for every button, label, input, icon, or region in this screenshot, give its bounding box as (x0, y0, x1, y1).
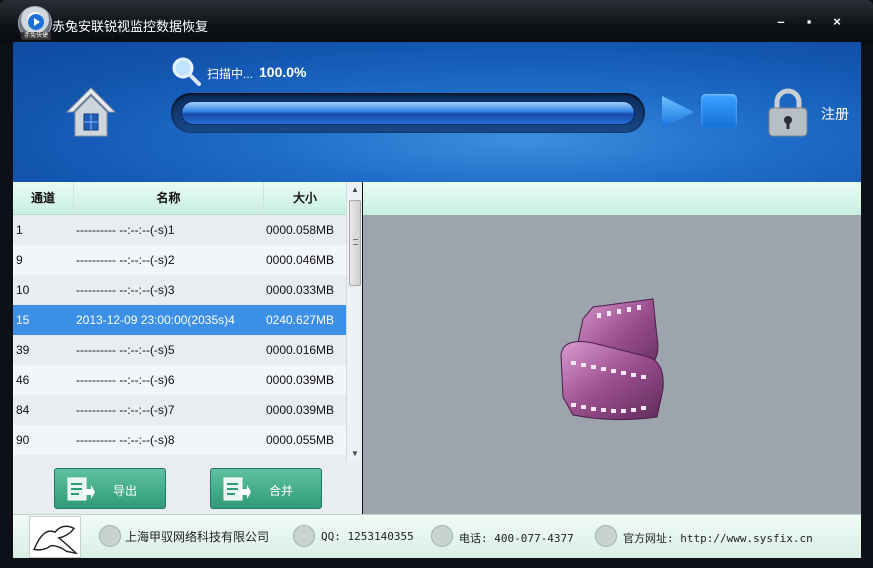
column-header-size[interactable]: 大小 (264, 182, 346, 215)
cell-size: 0240.627MB (266, 313, 335, 327)
cell-size: 0000.058MB (266, 223, 335, 237)
lock-icon[interactable] (767, 88, 809, 138)
table-row[interactable]: 9 ---------- --:--:--(-s)2 0000.046MB (13, 245, 346, 275)
stop-button[interactable] (701, 94, 737, 128)
export-button-label: 导出 (113, 484, 138, 498)
cell-channel: 9 (16, 253, 23, 267)
scroll-up-arrow-icon[interactable]: ▲ (347, 182, 363, 198)
table-row[interactable]: 1 ---------- --:--:--(-s)1 0000.058MB (13, 215, 346, 245)
list-header: 通道 名称 大小 (13, 182, 346, 215)
scroll-down-arrow-icon[interactable]: ▼ (347, 446, 363, 462)
globe-icon (595, 525, 617, 547)
home-icon[interactable] (65, 84, 117, 140)
cell-channel: 90 (16, 433, 30, 447)
window-bottom-edge (0, 558, 873, 568)
column-header-name[interactable]: 名称 (74, 182, 264, 215)
preview-header (363, 182, 861, 215)
cell-name: ---------- --:--:--(-s)6 (76, 373, 175, 387)
table-row[interactable]: 84 ---------- --:--:--(-s)7 0000.039MB (13, 395, 346, 425)
cell-size: 0000.039MB (266, 373, 335, 387)
cell-name: ---------- --:--:--(-s)3 (76, 283, 175, 297)
app-window: 赤兔快捷 赤兔安联锐视监控数据恢复 – ▪ × 扫描中... 100.0% 注册… (0, 0, 873, 568)
window-title: 赤兔安联锐视监控数据恢复 (52, 19, 209, 34)
cell-size: 0000.055MB (266, 433, 335, 447)
file-list-panel: 通道 名称 大小 1 ---------- --:--:--(-s)1 0000.0… (13, 182, 362, 462)
scroll-thumb[interactable] (349, 200, 361, 286)
merge-button[interactable]: 合并 (210, 468, 322, 509)
table-row[interactable]: 10 ---------- --:--:--(-s)3 0000.033MB (13, 275, 346, 305)
qq-number: QQ: 1253140355 (321, 530, 414, 543)
title-bar[interactable]: 赤兔快捷 赤兔安联锐视监控数据恢复 – ▪ × (0, 0, 873, 42)
search-icon (172, 57, 201, 86)
scan-percent: 100.0% (259, 64, 307, 80)
action-button-area: 导出 合并 (13, 462, 362, 514)
cell-name: ---------- --:--:--(-s)2 (76, 253, 175, 267)
cell-name: ---------- --:--:--(-s)8 (76, 433, 175, 447)
film-reel-icon (560, 298, 664, 421)
table-row[interactable]: 39 ---------- --:--:--(-s)5 0000.016MB (13, 335, 346, 365)
phone-number: 电话: 400-077-4377 (459, 532, 574, 545)
cell-name: ---------- --:--:--(-s)5 (76, 343, 175, 357)
phone-icon (431, 525, 453, 547)
header-panel: 扫描中... 100.0% 注册 (13, 42, 861, 182)
cell-channel: 84 (16, 403, 30, 417)
register-link[interactable]: 注册 (821, 104, 849, 124)
app-logo-icon: 赤兔快捷 (18, 6, 52, 40)
play-icon[interactable] (660, 94, 696, 130)
cell-name: ---------- --:--:--(-s)1 (76, 223, 175, 237)
column-header-channel[interactable]: 通道 (13, 182, 74, 215)
cell-channel: 15 (16, 313, 30, 327)
building-icon (99, 525, 121, 547)
maximize-button[interactable]: ▪ (800, 14, 818, 30)
company-logo (29, 516, 81, 558)
cell-channel: 1 (16, 223, 23, 237)
cell-channel: 46 (16, 373, 30, 387)
table-row[interactable]: 46 ---------- --:--:--(-s)6 0000.039MB (13, 365, 346, 395)
close-button[interactable]: × (828, 14, 846, 30)
cell-name: ---------- --:--:--(-s)7 (76, 403, 175, 417)
table-row[interactable]: 15 2013-12-09 23:00:00(2035s)4 0240.627MB (13, 305, 346, 335)
cell-channel: 39 (16, 343, 30, 357)
scan-progress-fill (181, 101, 635, 125)
scan-progress-bar (171, 93, 645, 133)
list-scrollbar[interactable]: ▲ ▼ (346, 182, 362, 462)
cell-size: 0000.046MB (266, 253, 335, 267)
logo-tag: 赤兔快捷 (21, 32, 51, 40)
website-link[interactable]: 官方网址: http://www.sysfix.cn (623, 530, 813, 546)
cell-name: 2013-12-09 23:00:00(2035s)4 (76, 313, 235, 327)
export-icon (67, 477, 95, 501)
qq-icon (293, 525, 315, 547)
export-button[interactable]: 导出 (54, 468, 166, 509)
video-preview (363, 215, 861, 514)
footer-bar: 上海甲驭网络科技有限公司 QQ: 1253140355 电话: 400-077-… (13, 514, 861, 558)
merge-button-label: 合并 (269, 484, 294, 498)
table-row[interactable]: 90 ---------- --:--:--(-s)8 0000.055MB (13, 425, 346, 455)
file-list: 1 ---------- --:--:--(-s)1 0000.058MB 9 ----… (13, 215, 346, 462)
merge-icon (223, 477, 251, 501)
minimize-button[interactable]: – (772, 14, 790, 30)
cell-size: 0000.039MB (266, 403, 335, 417)
company-name: 上海甲驭网络科技有限公司 (125, 530, 270, 544)
scan-status-label: 扫描中... (207, 67, 254, 81)
cell-channel: 10 (16, 283, 30, 297)
cell-size: 0000.016MB (266, 343, 335, 357)
cell-size: 0000.033MB (266, 283, 335, 297)
